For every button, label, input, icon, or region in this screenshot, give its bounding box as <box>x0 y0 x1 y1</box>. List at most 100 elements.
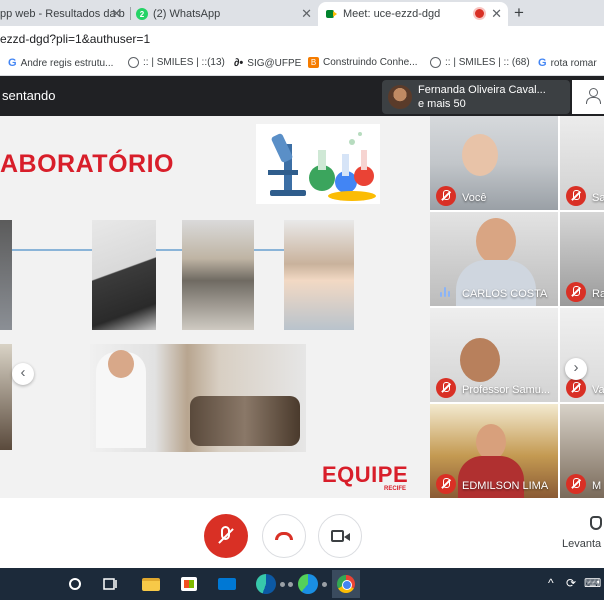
taskbar-dot <box>322 582 327 587</box>
new-tab-button[interactable]: + <box>514 3 524 23</box>
participant-tile-ra[interactable]: Ra <box>560 212 604 306</box>
leave-call-button[interactable] <box>262 514 306 558</box>
google-icon: G <box>538 57 547 69</box>
tab-whatsapp[interactable]: 2 (2) WhatsApp ✕ <box>136 2 318 26</box>
participant-face <box>476 424 506 460</box>
folder-icon <box>142 577 160 591</box>
meet-window: sentando Fernanda Oliveira Caval... e ma… <box>0 76 604 568</box>
participant-face <box>462 134 498 176</box>
mic-off-icon <box>436 474 456 494</box>
mic-off-icon <box>566 474 586 494</box>
camera-icon <box>331 530 350 542</box>
bookmark-smiles-68[interactable]: :: | SMILES | :: (68) <box>430 57 530 68</box>
taskbar-task-view-button[interactable] <box>100 574 122 594</box>
people-button[interactable] <box>572 80 604 114</box>
teacher-face <box>108 350 134 378</box>
taskbar-chrome[interactable] <box>332 570 360 598</box>
participant-tile-voce[interactable]: Você <box>430 116 558 210</box>
tab-divider <box>130 7 131 20</box>
tiles-next-button[interactable]: › <box>565 358 587 380</box>
avatar <box>388 85 412 109</box>
photo-left-partial-2 <box>0 344 12 450</box>
people-icon <box>586 88 601 104</box>
mic-off-icon <box>436 186 456 206</box>
raise-hand-button[interactable]: Levanta <box>560 512 604 558</box>
address-bar[interactable]: ezzd-dgd?pli=1&authuser=1 <box>0 26 604 52</box>
hang-up-icon <box>275 532 293 540</box>
photo-student-microscope <box>92 220 156 330</box>
taskbar-dot <box>288 582 293 587</box>
url-text[interactable]: ezzd-dgd?pli=1&authuser=1 <box>0 32 150 46</box>
bookmark-construindo[interactable]: B Construindo Conhe... <box>308 57 418 68</box>
taskbar-file-explorer[interactable] <box>140 574 162 594</box>
bookmark-label: Construindo Conhe... <box>323 57 418 68</box>
store-icon <box>181 577 197 591</box>
bookmark-rota-romar[interactable]: G rota romar <box>538 57 597 69</box>
participant-tile-professor-samu[interactable]: Professor Samu... <box>430 308 558 402</box>
participant-tile-sa[interactable]: Sa <box>560 116 604 210</box>
slide-prev-button[interactable]: ‹ <box>12 363 34 385</box>
globe-icon <box>128 57 139 68</box>
presenting-label: sentando <box>2 88 56 103</box>
taskbar-store[interactable] <box>178 574 200 594</box>
chrome-icon <box>337 575 355 593</box>
photo-left-partial <box>0 220 12 330</box>
participant-face <box>460 338 500 382</box>
tray-sync-icon[interactable]: ⟳ <box>566 576 576 590</box>
blogger-icon: B <box>308 57 319 68</box>
participant-name: Ra <box>592 288 604 300</box>
google-icon: G <box>8 57 17 69</box>
participant-face <box>476 218 516 264</box>
camera-toggle-button[interactable] <box>318 514 362 558</box>
presenter-more: e mais 50 <box>418 98 466 110</box>
whatsapp-icon: 2 <box>136 8 148 20</box>
participant-name: Você <box>462 192 487 204</box>
participant-name: CARLOS COSTA <box>462 288 548 300</box>
presenter-card[interactable]: Fernanda Oliveira Caval... e mais 50 <box>382 80 570 114</box>
task-view-icon <box>103 578 117 590</box>
participant-name: Sa <box>592 192 604 204</box>
tab-title: pp web - Resultados da b <box>0 8 125 20</box>
equipe-logo: EQUIPE RECIFE <box>322 462 412 492</box>
mic-off-icon <box>436 378 456 398</box>
logo-subtext: RECIFE <box>384 486 407 492</box>
tray-keyboard-icon[interactable]: ⌨ <box>584 576 601 590</box>
bookmark-label: SIG@UFPE <box>247 57 302 69</box>
participant-tile-m[interactable]: M <box>560 404 604 498</box>
mic-off-icon <box>566 186 586 206</box>
raise-hand-label: Levanta <box>562 538 602 550</box>
participant-name: Professor Samu... <box>462 384 551 396</box>
bookmark-label: :: | SMILES | :: (68) <box>445 57 530 68</box>
bookmark-sig-ufpe[interactable]: ∂• SIG@UFPE <box>234 57 301 69</box>
logo-text: EQUIPE <box>322 462 409 487</box>
photo-students-table <box>182 220 254 330</box>
lab-illustration <box>256 124 380 204</box>
bookmark-label: :: | SMILES | ::(13) <box>143 57 225 68</box>
tab-strip: pp web - Resultados da b ✕ 2 (2) WhatsAp… <box>0 0 604 26</box>
tab-meet[interactable]: Meet: uce-ezzd-dgd ✕ <box>318 2 508 26</box>
tab-title: Meet: uce-ezzd-dgd <box>343 8 441 20</box>
participant-tile-carlos-costa[interactable]: CARLOS COSTA <box>430 212 558 306</box>
bookmark-label: rota romar <box>550 57 597 69</box>
taskbar-mail[interactable] <box>216 574 238 594</box>
taskbar-search-button[interactable] <box>64 574 86 594</box>
bookmark-smiles-13[interactable]: :: | SMILES | ::(13) <box>128 57 225 68</box>
bookmark-label: Andre regis estrutu... <box>20 57 114 69</box>
bookmark-andre-regis[interactable]: G Andre regis estrutu... <box>8 57 113 69</box>
participant-name: M <box>592 480 602 492</box>
taskbar-edge[interactable] <box>256 574 276 594</box>
tray-overflow-icon[interactable]: ^ <box>548 576 554 590</box>
close-icon[interactable]: ✕ <box>301 6 312 22</box>
close-icon[interactable]: ✕ <box>491 6 502 22</box>
participant-tile-edmilson-lima[interactable]: EDMILSON LIMA <box>430 404 558 498</box>
taskbar-edge-2[interactable] <box>298 574 318 594</box>
close-icon[interactable]: ✕ <box>111 6 122 22</box>
presenter-name: Fernanda Oliveira Caval... <box>418 84 546 96</box>
taskbar-dot <box>280 582 285 587</box>
microphone-toggle-button[interactable] <box>204 514 248 558</box>
participant-name: Va <box>592 384 604 396</box>
tab-search-results[interactable]: pp web - Resultados da b ✕ <box>0 2 128 26</box>
meeting-controls: Levanta <box>0 498 604 568</box>
participant-tile-va[interactable]: Va <box>560 308 604 402</box>
mail-icon <box>218 578 236 590</box>
